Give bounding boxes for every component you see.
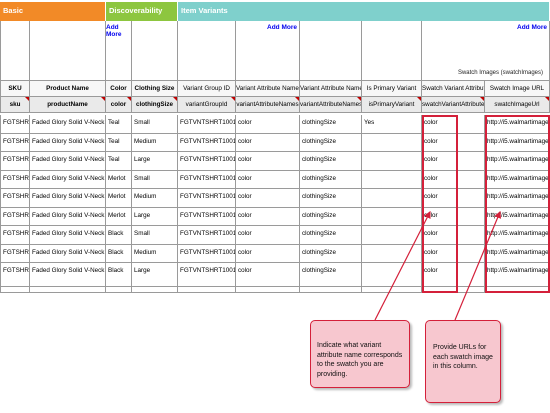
arrow-to-swatch-url <box>454 210 502 321</box>
arrow-to-swatch-attribute <box>374 210 431 321</box>
callout-variant-attribute: Indicate what variant attribute name cor… <box>310 320 410 388</box>
callout-swatch-urls: Provide URLs for each swatch image in th… <box>425 320 501 403</box>
